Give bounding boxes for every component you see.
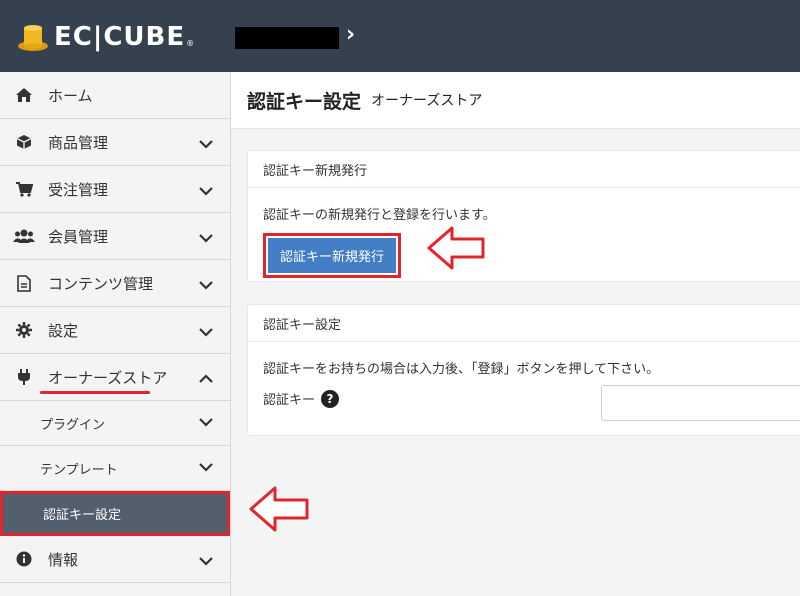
annotation-highlight-box: 認証キー新規発行 (263, 233, 402, 278)
gear-icon (12, 322, 36, 338)
ec-cube-logo[interactable]: EC|CUBE ® (16, 20, 194, 54)
sidebar-item-settings[interactable]: 設定 (0, 307, 230, 354)
sidebar-item-orders[interactable]: 受注管理 (0, 166, 230, 213)
chevron-right-icon[interactable]: › (346, 22, 355, 47)
sidebar-item-members[interactable]: 会員管理 (0, 213, 230, 260)
registered-mark: ® (186, 39, 195, 48)
cube-icon (12, 134, 36, 150)
chevron-down-icon (198, 182, 214, 200)
card-description: 認証キーをお持ちの場合は入力後、「登録」ボタンを押して下さい。 (263, 362, 660, 377)
sidebar-subitem-label: プラグイン (40, 417, 106, 433)
cart-icon (12, 181, 36, 197)
page-title: 認証キー設定 (247, 90, 362, 113)
card-header: 認証キー設定 (248, 305, 800, 342)
sidebar-item-label: コンテンツ管理 (48, 274, 154, 293)
annotation-arrow-icon (249, 486, 309, 532)
key-settings-card: 認証キー設定 認証キーをお持ちの場合は入力後、「登録」ボタンを押して下さい。 認… (247, 304, 800, 436)
chevron-down-icon (198, 229, 214, 247)
plug-icon (12, 368, 36, 386)
sidebar-item-products[interactable]: 商品管理 (0, 119, 230, 166)
users-icon (12, 228, 36, 244)
sidebar-item-contents[interactable]: コンテンツ管理 (0, 260, 230, 307)
sidebar-item-info[interactable]: 情報 (0, 536, 230, 583)
sidebar-subitem-auth-key[interactable]: 認証キー設定 (0, 491, 230, 536)
chevron-up-icon (198, 370, 214, 388)
new-key-card: 認証キー新規発行 認証キーの新規発行と登録を行います。 認証キー新規発行 (247, 150, 800, 282)
sidebar-item-label: 設定 (48, 321, 79, 340)
card-description: 認証キーの新規発行と登録を行います。 (263, 208, 496, 223)
sidebar-item-label: 受注管理 (48, 180, 109, 199)
sidebar-item-label: オーナーズストア (48, 368, 168, 387)
chevron-down-icon (198, 416, 214, 431)
document-icon (12, 274, 36, 292)
sidebar-subitem-label: テンプレート (40, 462, 118, 478)
chevron-down-icon (198, 461, 214, 476)
sidebar-subitem-label: 認証キー設定 (43, 508, 122, 523)
chevron-down-icon (198, 552, 214, 570)
auth-key-input[interactable] (601, 385, 800, 421)
card-body: 認証キーの新規発行と登録を行います。 認証キー新規発行 (248, 188, 800, 294)
help-icon[interactable]: ? (321, 389, 340, 408)
sidebar-item-label: 会員管理 (48, 227, 109, 246)
issue-new-key-button[interactable]: 認証キー新規発行 (268, 238, 397, 273)
key-field-label: 認証キー (263, 393, 316, 408)
sidebar-subitem-templates[interactable]: テンプレート (0, 446, 230, 491)
chevron-down-icon (198, 276, 214, 294)
page-header: 認証キー設定 オーナーズストア (231, 72, 800, 129)
redacted-shop-name (235, 27, 339, 49)
sidebar-subitem-plugins[interactable]: プラグイン (0, 401, 230, 446)
main-content: 認証キー設定 オーナーズストア 認証キー新規発行 認証キーの新規発行と登録を行い… (231, 72, 800, 596)
home-icon (12, 87, 36, 103)
sidebar-item-home[interactable]: ホーム (0, 72, 230, 119)
annotation-arrow-icon (427, 226, 485, 270)
logo-hat-icon (16, 22, 50, 52)
sidebar-item-label: ホーム (48, 86, 93, 105)
top-header: EC|CUBE ® › (0, 0, 800, 72)
annotation-underline (40, 391, 150, 394)
sidebar-item-owners-store[interactable]: オーナーズストア (0, 354, 230, 401)
page-subtitle: オーナーズストア (371, 93, 483, 109)
sidebar-item-label: 商品管理 (48, 133, 109, 152)
card-header: 認証キー新規発行 (248, 151, 800, 188)
logo-text: EC|CUBE (54, 22, 186, 52)
sidebar-item-label: 情報 (48, 550, 79, 569)
info-icon (12, 551, 36, 567)
sidebar: ホーム 商品管理 受注管理 会員管理 コンテンツ管理 設定 オーナーズストア プ… (0, 72, 231, 596)
chevron-down-icon (198, 135, 214, 153)
chevron-down-icon (198, 323, 214, 341)
